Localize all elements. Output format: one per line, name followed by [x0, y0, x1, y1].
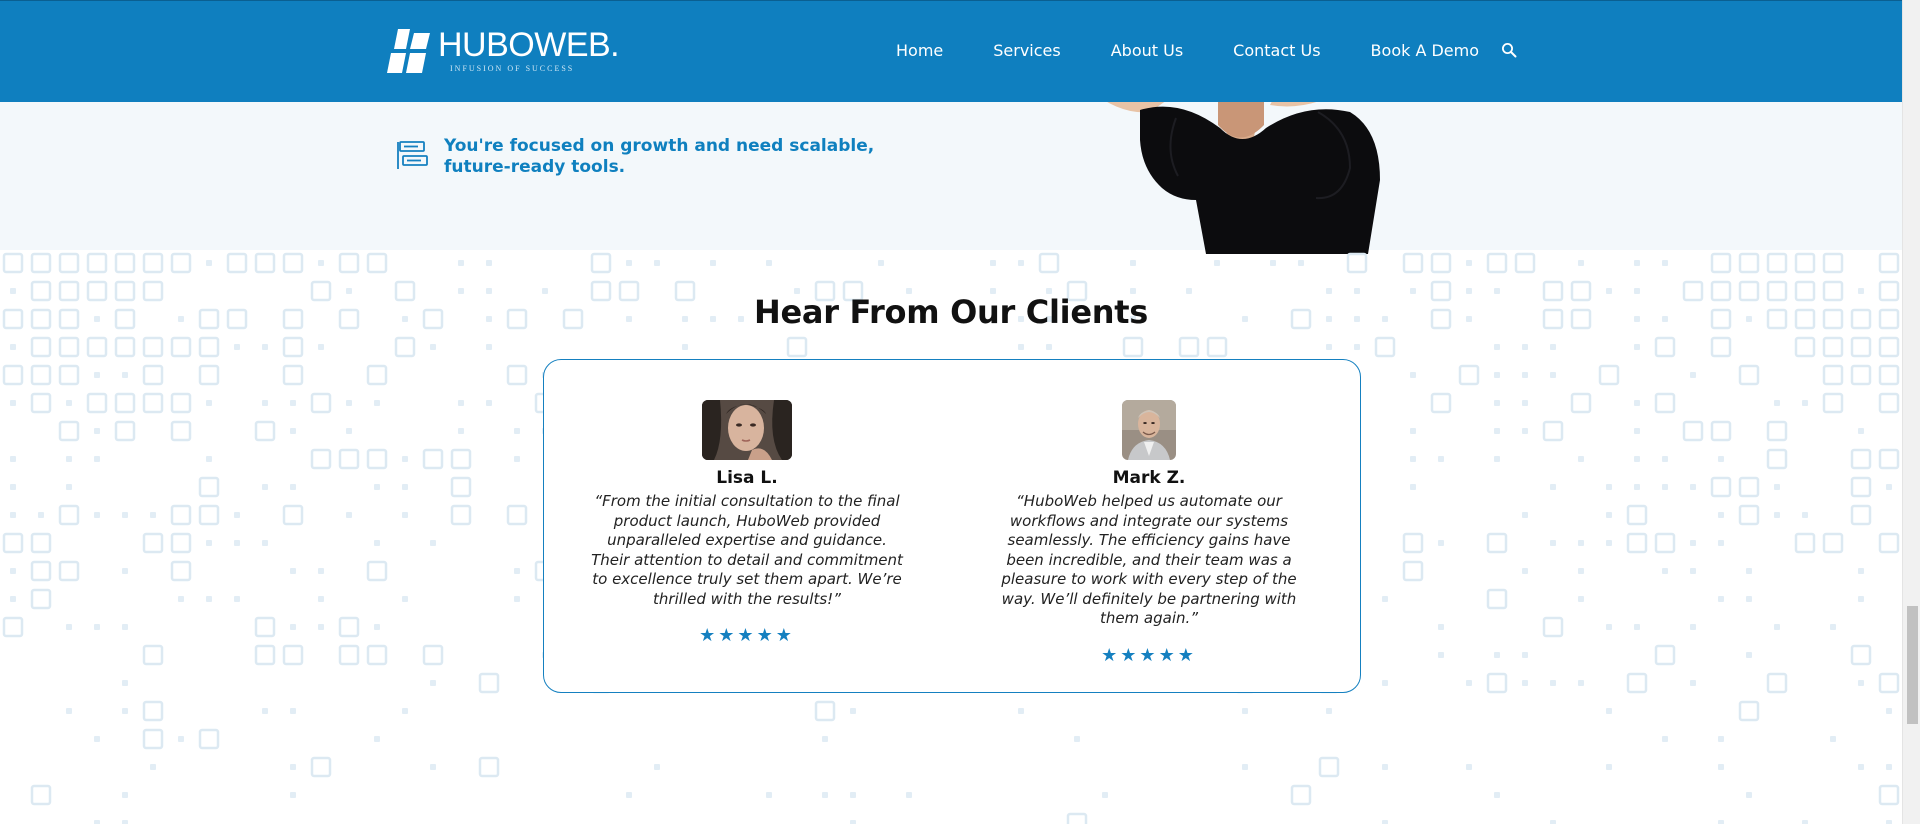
- review-quote: “From the initial consultation to the fi…: [591, 492, 903, 608]
- scrollbar-thumb[interactable]: [1907, 606, 1918, 724]
- testimonials-card: Lisa L. “From the initial consultation t…: [543, 359, 1361, 693]
- feature-item: You're focused on growth and need scalab…: [396, 136, 894, 178]
- list-card-icon: [397, 141, 428, 169]
- testimonial-mark: Mark Z. “HuboWeb helped us automate our …: [984, 400, 1314, 666]
- reviewer-name: Mark Z.: [1112, 468, 1186, 488]
- nav-services[interactable]: Services: [993, 41, 1060, 60]
- feature-text: You're focused on growth and need scalab…: [444, 136, 875, 177]
- nav-about-us[interactable]: About Us: [1111, 41, 1183, 60]
- logo[interactable]: HUBOWEB. INFUSION OF SUCCESS: [386, 26, 620, 75]
- reviewer-name: Lisa L.: [716, 468, 778, 488]
- nav-home[interactable]: Home: [896, 41, 943, 60]
- search-icon[interactable]: [1501, 42, 1517, 58]
- nav-book-a-demo[interactable]: Book A Demo: [1371, 41, 1479, 60]
- logo-mark-icon: [387, 29, 430, 73]
- star-rating: ★★★★★: [699, 625, 795, 646]
- logo-name: HUBOWEB.: [438, 26, 620, 64]
- review-quote: “HuboWeb helped us automate our workflow…: [1001, 492, 1297, 627]
- section-title: Hear From Our Clients: [754, 293, 1148, 331]
- testimonial-lisa: Lisa L. “From the initial consultation t…: [582, 400, 912, 646]
- woman-portrait-photo: [702, 400, 792, 460]
- man-portrait-photo: [1122, 400, 1176, 460]
- nav-contact-us[interactable]: Contact Us: [1233, 41, 1320, 60]
- main-nav: Home Services About Us Contact Us Book A…: [896, 41, 1529, 60]
- page-scrollbar[interactable]: [1902, 0, 1920, 824]
- star-rating: ★★★★★: [1101, 644, 1197, 666]
- site-header: HUBOWEB. INFUSION OF SUCCESS Home Servic…: [0, 0, 1902, 102]
- logo-tagline: INFUSION OF SUCCESS: [450, 64, 575, 73]
